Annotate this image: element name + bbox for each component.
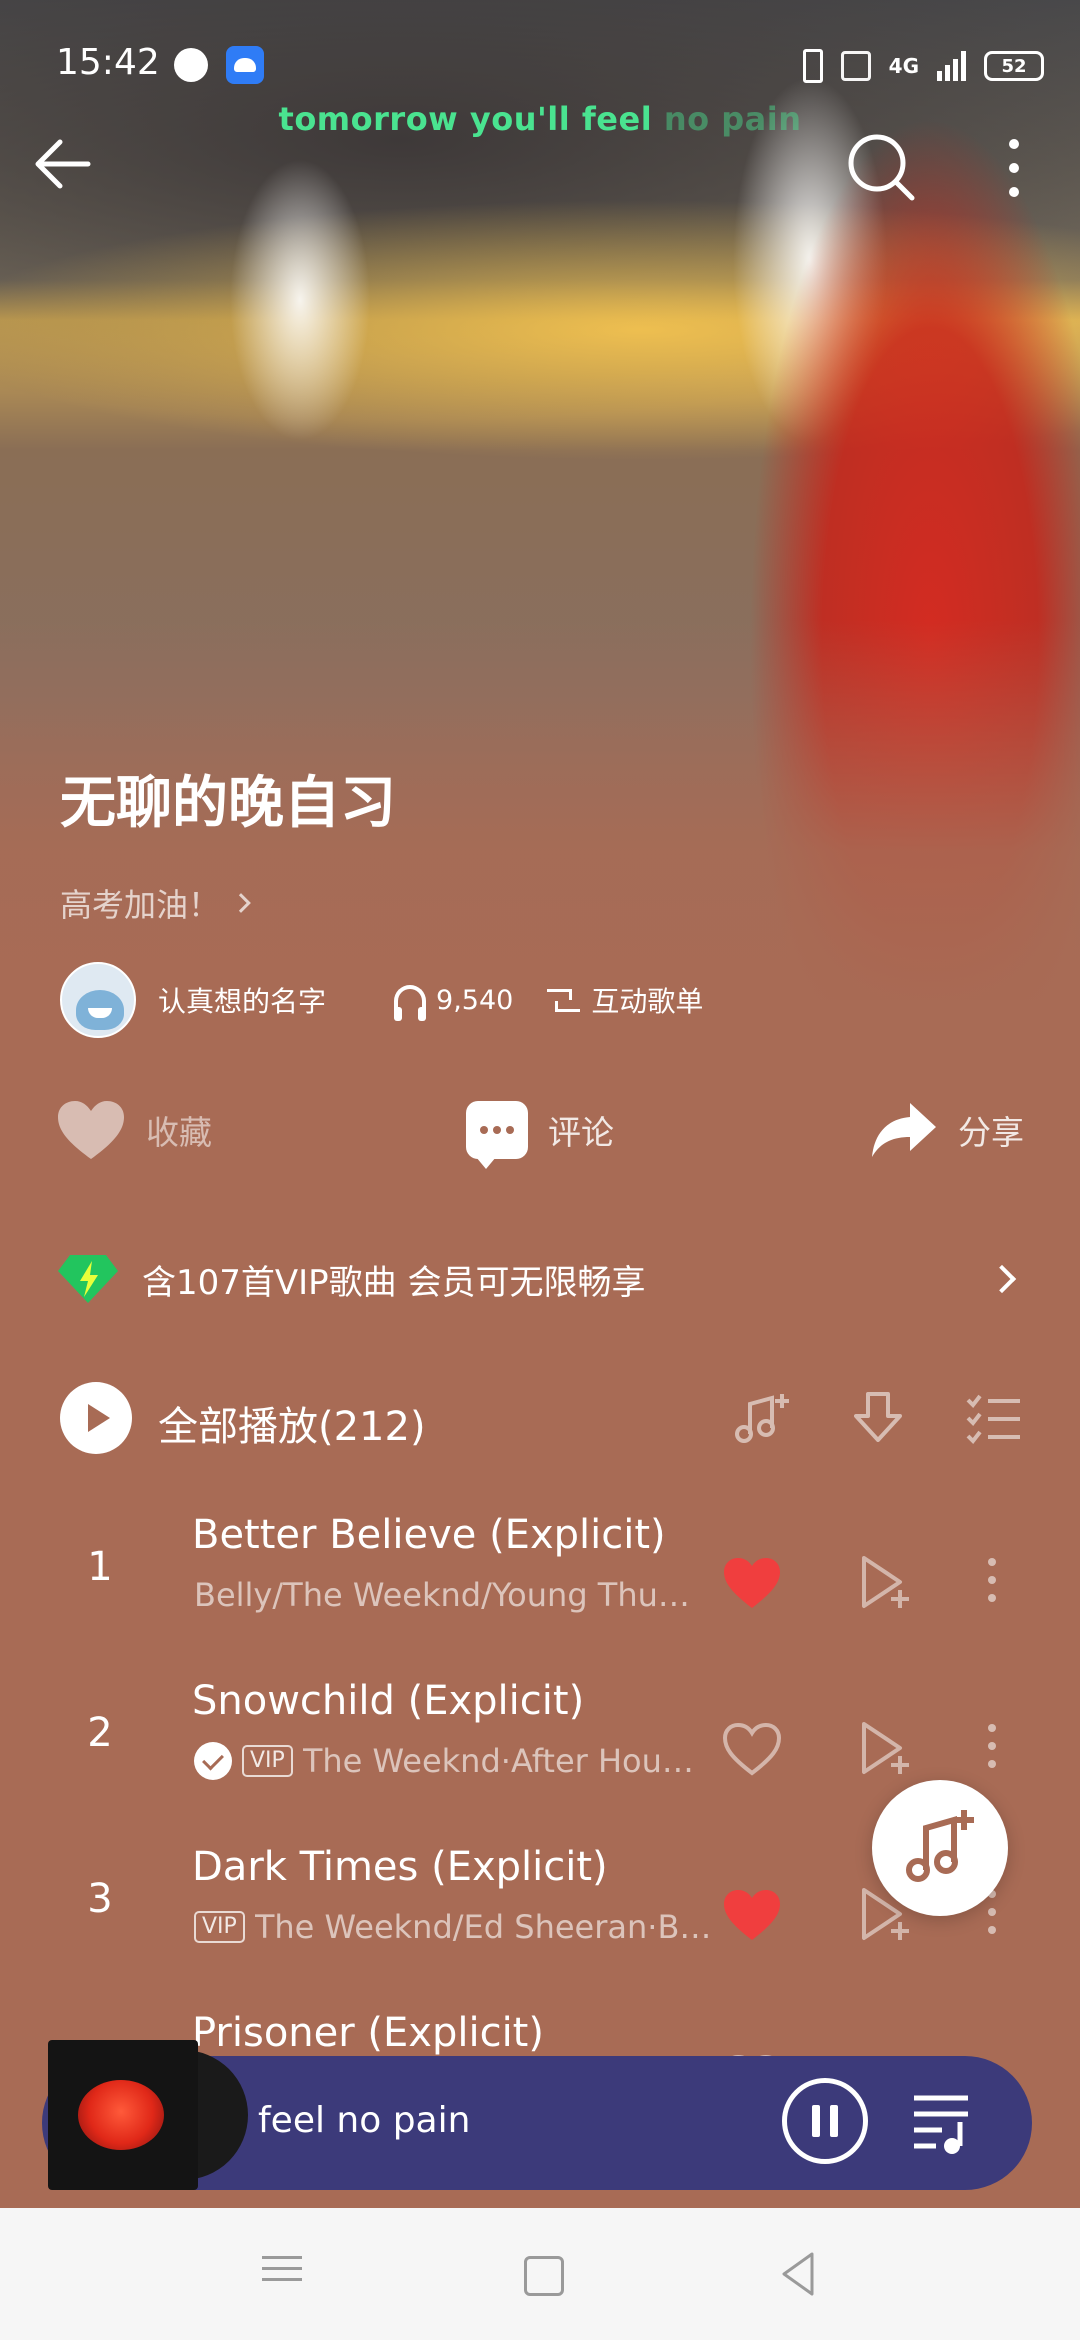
heart-icon [58, 1101, 124, 1159]
creator-row: 认真想的名字 9,540 互动歌单 [60, 962, 1040, 1038]
download-icon[interactable] [848, 1390, 908, 1446]
more-options-button[interactable] [996, 130, 1032, 206]
add-music-icon [906, 1810, 974, 1882]
multi-select-icon[interactable] [964, 1390, 1024, 1446]
status-time: 15:42 [56, 42, 160, 83]
globe-icon [174, 48, 208, 82]
play-count-value: 9,540 [436, 984, 514, 1016]
play-count: 9,540 [394, 984, 514, 1021]
mini-cover-wrap [48, 2040, 248, 2190]
nav-home-button[interactable] [510, 2248, 570, 2300]
song-artist: The Weeknd/Ed Sheeran·B… [254, 1908, 712, 1946]
share-icon [872, 1103, 936, 1157]
playlist-description-text: 高考加油！ [60, 886, 221, 924]
bluetooth-icon [802, 49, 823, 83]
battery-level: 52 [1001, 55, 1027, 77]
song-artist: Belly/The Weeknd/Young Thu… [194, 1576, 690, 1614]
back-button[interactable] [30, 128, 102, 200]
kebab-menu-icon [1009, 139, 1019, 197]
add-music-fab[interactable] [872, 1780, 1008, 1916]
action-bar: 收藏 评论 分享 [56, 1090, 1024, 1170]
collect-label: 收藏 [146, 1113, 212, 1152]
android-icon [226, 46, 264, 84]
playlist-queue-icon[interactable] [912, 2092, 978, 2154]
nav-back-button[interactable] [770, 2248, 830, 2300]
collect-button[interactable]: 收藏 [56, 1090, 212, 1170]
album-cover-art [78, 2080, 164, 2150]
creator-avatar[interactable] [60, 962, 136, 1038]
song-row[interactable]: 1 Better Believe (Explicit) Belly/The We… [0, 1496, 1080, 1662]
headphones-icon [394, 985, 427, 1021]
play-all-button[interactable] [60, 1382, 132, 1454]
add-to-queue-icon[interactable] [860, 1554, 914, 1610]
chevron-right-icon [231, 893, 251, 913]
song-subtitle: VIP The Weeknd·After Hou… [194, 1742, 714, 1780]
play-all-row: 全部播放(212) [60, 1380, 1028, 1456]
song-title: Prisoner (Explicit) [192, 2010, 544, 2056]
status-icons: 4G 52 [802, 46, 1044, 86]
add-music-icon[interactable] [732, 1390, 792, 1446]
mini-player[interactable]: feel no pain [42, 2040, 1032, 2190]
vip-badge: VIP [194, 1911, 245, 1943]
comment-button[interactable]: 评论 [466, 1090, 614, 1170]
song-more-icon[interactable] [980, 1552, 1004, 1612]
network-type: 4G [888, 54, 919, 78]
play-all-label[interactable]: 全部播放(212) [158, 1394, 426, 1452]
signal-icon [937, 51, 966, 81]
back-arrow-icon [35, 139, 91, 189]
song-title: Snowchild (Explicit) [192, 1678, 585, 1724]
search-icon [848, 134, 915, 201]
share-button[interactable]: 分享 [870, 1090, 1024, 1170]
battery-icon: 52 [984, 51, 1044, 81]
check-badge-icon [194, 1742, 232, 1780]
song-subtitle: VIP The Weeknd/Ed Sheeran·B… [194, 1908, 714, 1946]
playlist-description[interactable]: 高考加油！ [60, 880, 251, 926]
song-index: 1 [87, 1544, 113, 1590]
song-index: 2 [87, 1710, 113, 1756]
song-more-icon[interactable] [980, 1718, 1004, 1778]
search-button[interactable] [844, 130, 920, 206]
vip-badge: VIP [242, 1745, 293, 1777]
heart-filled-icon[interactable] [722, 1888, 782, 1942]
pause-button[interactable] [782, 2078, 868, 2164]
lyric-sung: tomorrow you'll feel [278, 100, 653, 138]
interactive-playlist-tag[interactable]: 互动歌单 [547, 980, 703, 1020]
song-title: Dark Times (Explicit) [192, 1844, 608, 1890]
add-to-queue-icon[interactable] [860, 1720, 914, 1776]
chevron-right-icon [987, 1264, 1017, 1294]
song-title: Better Believe (Explicit) [192, 1512, 666, 1558]
interactive-playlist-label: 互动歌单 [591, 985, 704, 1018]
song-artist: The Weeknd·After Hou… [302, 1742, 694, 1780]
playlist-title: 无聊的晚自习 [60, 771, 396, 836]
lyric-unsung: no pain [652, 100, 802, 138]
song-index: 3 [87, 1876, 113, 1922]
vip-gem-icon [58, 1255, 118, 1303]
system-nav-bar [0, 2208, 1080, 2340]
swap-icon [547, 985, 581, 1015]
back-triangle-icon [782, 2252, 814, 2296]
creator-name[interactable]: 认真想的名字 [158, 980, 326, 1020]
mute-icon [840, 51, 871, 81]
song-subtitle: Belly/The Weeknd/Young Thu… [194, 1576, 714, 1614]
heart-outline-icon[interactable] [722, 1722, 782, 1776]
heart-filled-icon[interactable] [722, 1556, 782, 1610]
album-cover [48, 2040, 198, 2190]
comment-label: 评论 [548, 1113, 614, 1152]
comment-icon [466, 1101, 528, 1169]
share-label: 分享 [958, 1113, 1024, 1152]
now-playing-title: feel no pain [258, 2100, 471, 2141]
vip-banner-text: 含107首VIP歌曲 会员可无限畅享 [142, 1262, 646, 1303]
nav-recents-button[interactable] [252, 2248, 312, 2300]
vip-banner[interactable]: 含107首VIP歌曲 会员可无限畅享 [56, 1244, 1024, 1314]
